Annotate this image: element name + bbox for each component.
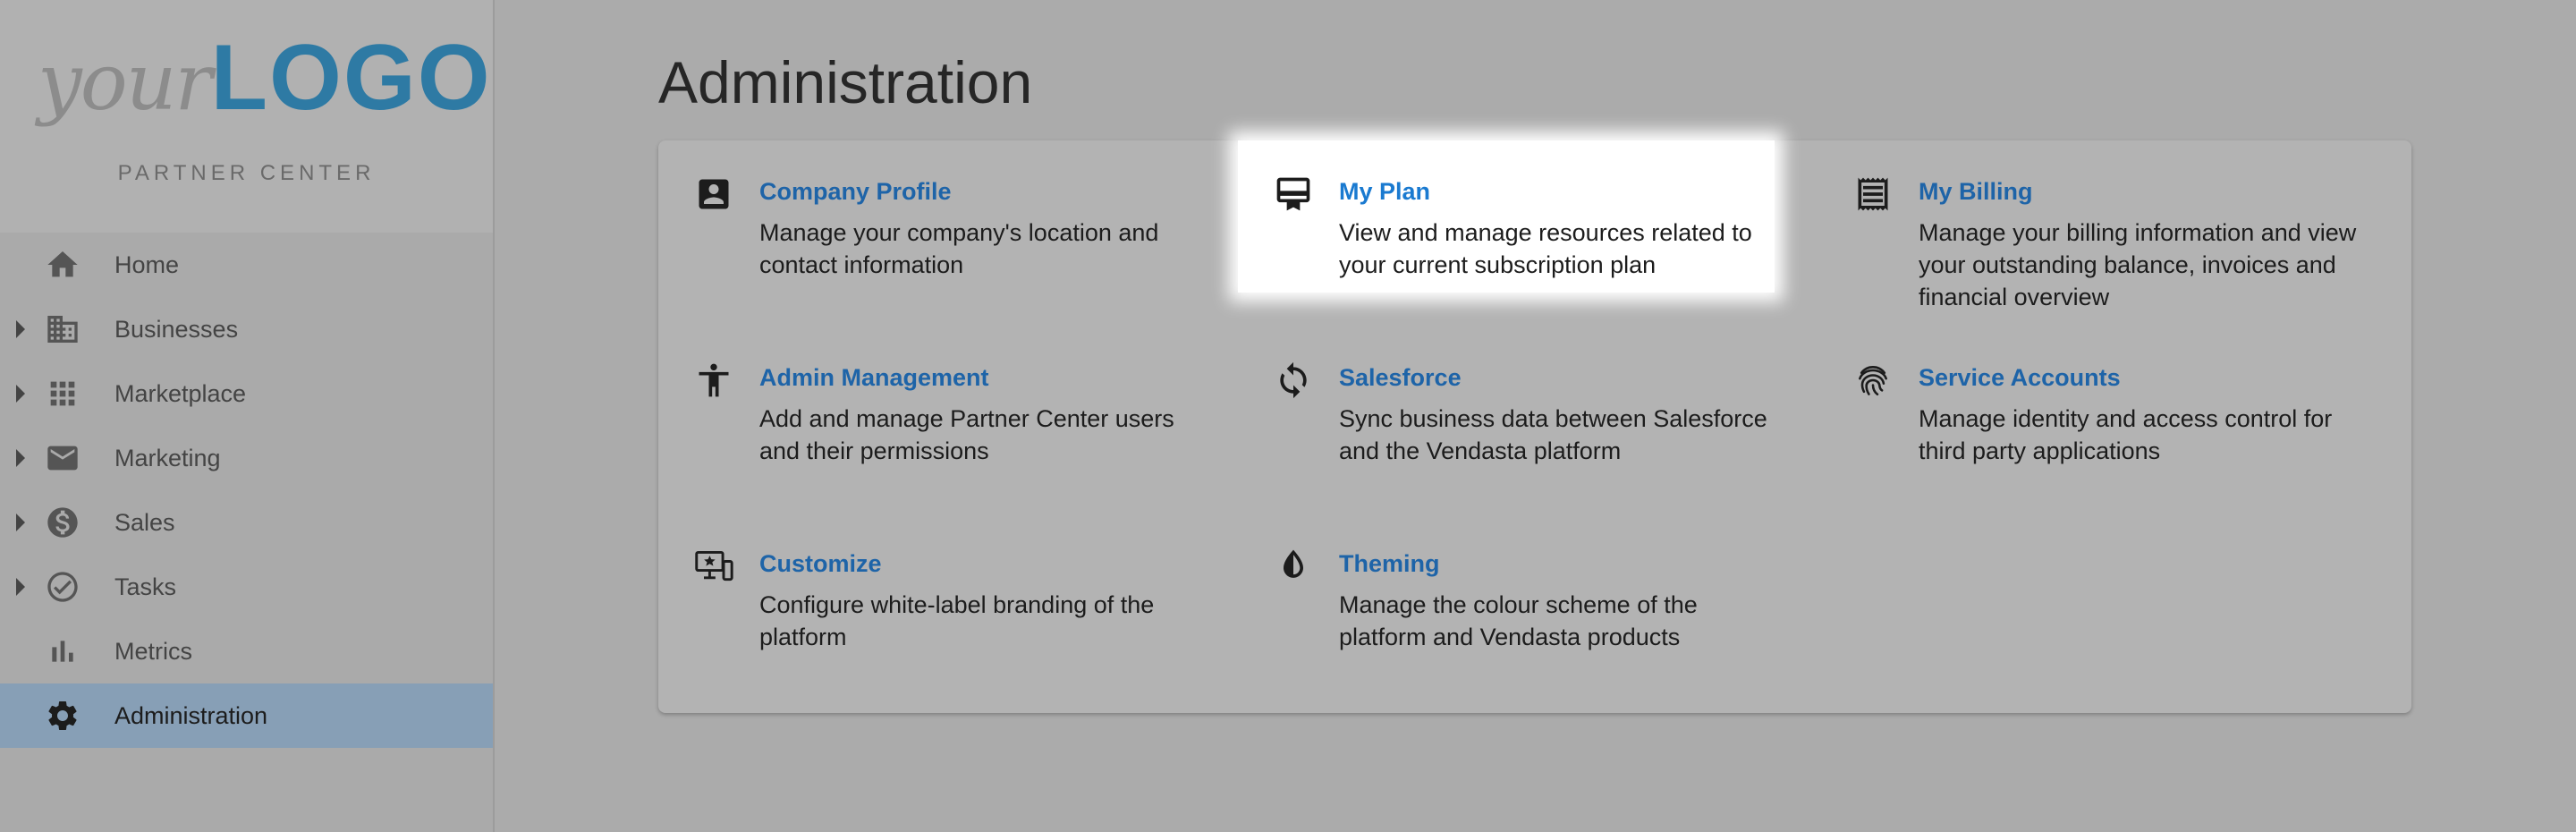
tile-title[interactable]: Customize — [759, 550, 882, 578]
tile-description: Manage the colour scheme of the platform… — [1339, 591, 1698, 650]
tile-description: Configure white-label branding of the pl… — [759, 591, 1155, 650]
sidebar-item-tasks[interactable]: Tasks — [0, 555, 493, 619]
logo-text-your: your — [38, 36, 212, 128]
tile-description: Manage your company's location and conta… — [759, 219, 1159, 278]
tile-description: Sync business data between Salesforce an… — [1339, 405, 1767, 464]
tile-description: Manage identity and access control for t… — [1919, 405, 2333, 464]
mail-icon — [43, 440, 82, 476]
admin-tiles-card: Company Profile Manage your company's lo… — [658, 140, 2411, 713]
expand-caret-icon[interactable] — [16, 449, 25, 467]
sidebar-item-label: Administration — [114, 702, 268, 729]
accessibility-icon — [694, 361, 733, 400]
sidebar-item-sales[interactable]: Sales — [0, 490, 493, 555]
gear-icon — [43, 698, 82, 734]
tile-my-billing[interactable]: My Billing Manage your billing informati… — [1818, 140, 2356, 310]
tile-title[interactable]: My Plan — [1339, 178, 1430, 206]
expand-caret-icon[interactable] — [16, 385, 25, 403]
logo-area: yourLOGO PARTNER CENTER — [0, 0, 493, 233]
sidebar-item-label: Home — [114, 251, 180, 278]
sidebar-item-marketplace[interactable]: Marketplace — [0, 361, 493, 426]
sidebar-item-label: Tasks — [114, 573, 177, 600]
card-membership-icon — [1274, 174, 1313, 214]
tile-description: Manage your billing information and view… — [1919, 219, 2357, 310]
check-circle-icon — [43, 569, 82, 605]
grid-icon — [43, 376, 82, 412]
tile-title[interactable]: My Billing — [1919, 178, 2033, 206]
sidebar-item-home[interactable]: Home — [0, 233, 493, 297]
partner-center-label: PARTNER CENTER — [117, 161, 376, 185]
sidebar-item-label: Marketing — [114, 445, 221, 471]
building-icon — [43, 311, 82, 347]
tile-customize[interactable]: Customize Configure white-label branding… — [658, 513, 1195, 665]
contrast-icon — [1274, 547, 1313, 586]
tile-title[interactable]: Admin Management — [759, 364, 989, 392]
expand-caret-icon[interactable] — [16, 514, 25, 531]
sidebar: yourLOGO PARTNER CENTER Home Businesses … — [0, 0, 495, 832]
sidebar-item-label: Marketplace — [114, 380, 247, 407]
tile-my-plan[interactable]: My Plan View and manage resources relate… — [1238, 140, 1775, 293]
tile-title[interactable]: Service Accounts — [1919, 364, 2121, 392]
tile-title[interactable]: Company Profile — [759, 178, 952, 206]
sync-icon — [1274, 361, 1313, 400]
receipt-icon — [1853, 174, 1893, 214]
fingerprint-icon — [1853, 361, 1893, 400]
sidebar-item-label: Metrics — [114, 638, 192, 665]
expand-caret-icon[interactable] — [16, 578, 25, 596]
expand-caret-icon[interactable] — [16, 320, 25, 338]
tile-title[interactable]: Salesforce — [1339, 364, 1462, 392]
sidebar-item-label: Sales — [114, 509, 175, 536]
tile-salesforce[interactable]: Salesforce Sync business data between Sa… — [1238, 327, 1775, 479]
tile-theming[interactable]: Theming Manage the colour scheme of the … — [1238, 513, 1775, 665]
tile-title[interactable]: Theming — [1339, 550, 1440, 578]
dollar-icon — [43, 505, 82, 540]
tile-description: View and manage resources related to you… — [1339, 219, 1752, 278]
tile-service-accounts[interactable]: Service Accounts Manage identity and acc… — [1818, 327, 2354, 479]
logo-text-mark: LOGO — [210, 26, 492, 130]
tile-description: Add and manage Partner Center users and … — [759, 405, 1174, 464]
page-title: Administration — [658, 49, 1033, 115]
devices-icon — [694, 547, 733, 586]
sidebar-item-metrics[interactable]: Metrics — [0, 619, 493, 683]
sidebar-item-businesses[interactable]: Businesses — [0, 297, 493, 361]
logo[interactable]: yourLOGO — [38, 25, 492, 132]
tile-company-profile[interactable]: Company Profile Manage your company's lo… — [658, 140, 1195, 293]
sidebar-item-administration[interactable]: Administration — [0, 683, 493, 748]
account-box-icon — [694, 174, 733, 214]
sidebar-nav: Home Businesses Marketplace Marketing Sa… — [0, 233, 493, 748]
tile-admin-management[interactable]: Admin Management Add and manage Partner … — [658, 327, 1195, 479]
bar-chart-icon — [43, 633, 82, 669]
sidebar-item-label: Businesses — [114, 316, 239, 343]
home-icon — [43, 247, 82, 283]
sidebar-item-marketing[interactable]: Marketing — [0, 426, 493, 490]
